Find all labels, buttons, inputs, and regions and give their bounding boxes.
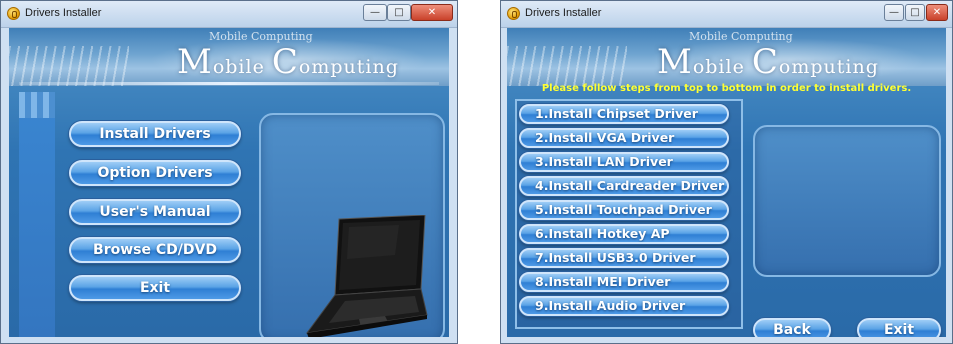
banner: Mobile Computing Mobile Computing (9, 28, 449, 86)
instruction-text: Please follow steps from top to bottom i… (541, 83, 912, 94)
minimize-button[interactable]: — (884, 4, 904, 21)
decorative-side-strip (19, 92, 55, 337)
close-button[interactable]: ✕ (926, 4, 948, 21)
exit-button[interactable]: Exit (69, 275, 241, 301)
step-install-cardreader-driver[interactable]: 4.Install Cardreader Driver (519, 176, 729, 196)
maximize-button[interactable]: □ (905, 4, 925, 21)
drivers-installer-steps-window: Drivers Installer — □ ✕ Mobile Computing… (500, 0, 953, 344)
brand-logo-text: Mobile Computing (177, 42, 399, 82)
back-button[interactable]: Back (753, 318, 831, 337)
install-drivers-button[interactable]: Install Drivers (69, 121, 241, 147)
banner-architecture-graphic (507, 46, 627, 86)
step-install-lan-driver[interactable]: 3.Install LAN Driver (519, 152, 729, 172)
step-install-hotkey-ap[interactable]: 6.Install Hotkey AP (519, 224, 729, 244)
banner: Mobile Computing Mobile Computing (507, 28, 946, 86)
app-icon (507, 7, 520, 20)
steps-content: Mobile Computing Mobile Computing Please… (507, 28, 946, 337)
drivers-installer-main-window: Drivers Installer — □ ✕ Mobile Computing… (0, 0, 458, 344)
title-bar[interactable]: Drivers Installer — □ ✕ (1, 1, 457, 28)
banner-divider (19, 82, 439, 85)
main-content: Mobile Computing Mobile Computing Instal… (9, 28, 449, 337)
exit-button[interactable]: Exit (857, 318, 941, 337)
maximize-button[interactable]: □ (387, 4, 411, 21)
browse-cd-dvd-button[interactable]: Browse CD/DVD (69, 237, 241, 263)
window-title: Drivers Installer (25, 7, 102, 19)
window-title: Drivers Installer (525, 7, 602, 19)
option-drivers-button[interactable]: Option Drivers (69, 160, 241, 186)
laptop-image (305, 215, 428, 337)
brand-logo-text: Mobile Computing (657, 42, 879, 82)
users-manual-button[interactable]: User's Manual (69, 199, 241, 225)
banner-architecture-graphic (9, 46, 129, 86)
app-icon (7, 7, 20, 20)
step-install-mei-driver[interactable]: 8.Install MEI Driver (519, 272, 729, 292)
title-bar[interactable]: Drivers Installer — □ ✕ (501, 1, 952, 28)
close-button[interactable]: ✕ (411, 4, 453, 21)
step-install-chipset-driver[interactable]: 1.Install Chipset Driver (519, 104, 729, 124)
preview-panel (753, 125, 941, 277)
minimize-button[interactable]: — (363, 4, 387, 21)
step-install-audio-driver[interactable]: 9.Install Audio Driver (519, 296, 729, 316)
step-install-touchpad-driver[interactable]: 5.Install Touchpad Driver (519, 200, 729, 220)
step-install-usb3-driver[interactable]: 7.Install USB3.0 Driver (519, 248, 729, 268)
step-install-vga-driver[interactable]: 2.Install VGA Driver (519, 128, 729, 148)
